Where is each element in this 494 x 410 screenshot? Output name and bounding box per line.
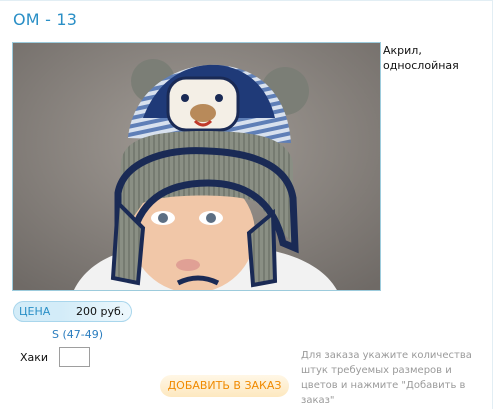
product-title: OM - 13 [13,10,78,29]
order-hint: Для заказа укажите количества штук требу… [301,350,472,406]
add-to-order-button[interactable]: ДОБАВИТЬ В ЗАКАЗ [160,375,289,397]
quantity-input[interactable] [59,347,90,367]
size-column-header: S (47-49) [52,328,104,341]
price-value: 200 руб. [76,305,125,318]
product-image[interactable] [12,42,381,291]
product-photo-illustration [13,43,380,290]
product-description: Акрил, однослойная [383,44,459,72]
price-label: ЦЕНА [19,305,51,318]
color-label: Хаки [20,351,49,364]
